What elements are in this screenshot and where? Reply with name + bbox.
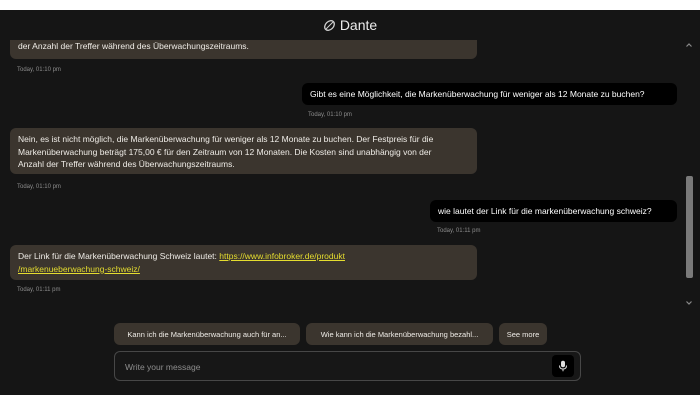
message-timestamp: Today, 01:11 pm [437, 228, 481, 234]
message-text: Anzahl der Treffer während des Überwachu… [18, 159, 235, 169]
user-message: Gibt es eine Möglichkeit, die Markenüber… [302, 83, 677, 105]
suggestion-chip[interactable]: Wie kann ich die Markenüberwachung bezah… [306, 323, 493, 345]
message-timestamp: Today, 01:10 pm [308, 112, 352, 118]
bot-message: Nein, es ist nicht möglich, die Markenüb… [10, 128, 477, 174]
message-timestamp: Today, 01:10 pm [17, 67, 61, 73]
message-list: der Anzahl der Treffer während des Überw… [0, 40, 684, 310]
message-text: der Anzahl der Treffer während des Überw… [18, 41, 249, 51]
scrollbar-thumb[interactable] [686, 176, 693, 278]
suggestion-chip[interactable]: Kann ich die Markenüberwachung auch für … [114, 323, 300, 345]
brand-name: Dante [339, 17, 378, 33]
product-link[interactable]: https://www.infobroker.de/produkt [219, 251, 345, 261]
bot-message: Der Link für die Markenüberwachung Schwe… [10, 245, 477, 280]
chevron-down-icon[interactable] [684, 298, 694, 308]
message-text: Gibt es eine Möglichkeit, die Markenüber… [310, 89, 645, 99]
message-timestamp: Today, 01:11 pm [17, 287, 61, 293]
message-text: Der Link für die Markenüberwachung Schwe… [18, 251, 220, 261]
message-text: Markenüberwachung beträgt 175,00 € für d… [18, 146, 432, 157]
bot-message: der Anzahl der Treffer während des Überw… [10, 40, 477, 59]
brand: Dante [323, 17, 377, 33]
message-text: Nein, es ist nicht möglich, die Markenüb… [18, 134, 434, 144]
scrollbar[interactable] [684, 40, 694, 312]
mic-button[interactable] [552, 355, 574, 377]
chat-window: Dante der Anzahl der Treffer während des… [0, 10, 700, 395]
microphone-icon [558, 360, 568, 372]
see-more-button[interactable]: See more [499, 323, 547, 345]
message-text: wie lautet der Link für die markenüberwa… [438, 206, 652, 216]
message-composer [114, 351, 581, 381]
user-message: wie lautet der Link für die markenüberwa… [430, 200, 677, 222]
message-input[interactable] [123, 358, 547, 376]
message-timestamp: Today, 01:10 pm [17, 184, 61, 190]
header: Dante [0, 10, 700, 40]
chevron-up-icon[interactable] [684, 40, 694, 50]
product-link-continued[interactable]: /markenueberwachung-schweiz/ [18, 264, 140, 274]
dante-leaf-icon [323, 19, 336, 32]
